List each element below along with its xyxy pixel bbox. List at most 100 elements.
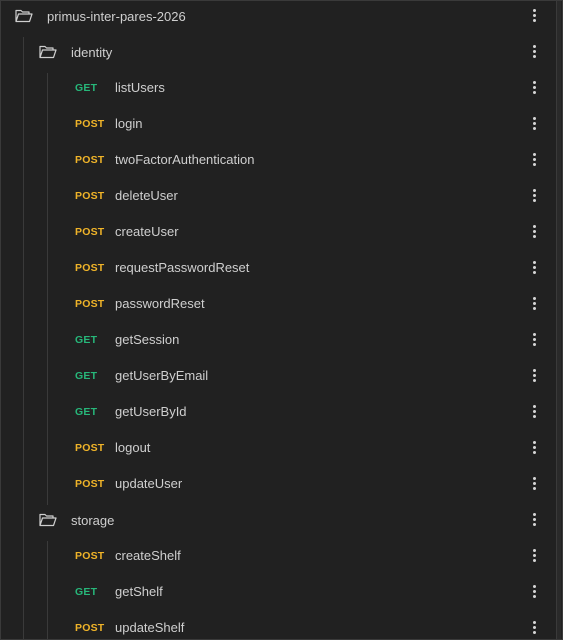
request-item[interactable]: POST createUser [1,214,554,250]
request-item[interactable]: POST twoFactorAuthentication [1,142,554,178]
request-item[interactable]: POST passwordReset [1,286,554,322]
kebab-dot [533,549,536,552]
kebab-dot [533,122,536,125]
request-more-options-icon[interactable] [529,440,541,456]
request-item[interactable]: POST deleteUser [1,178,554,214]
request-item[interactable]: GET listUsers [1,70,554,106]
request-more-options-icon[interactable] [529,584,541,600]
request-more-options-icon[interactable] [529,224,541,240]
folder-open-icon [15,9,33,23]
folder-identity-more-options-icon[interactable] [529,44,541,60]
http-method-badge: POST [75,550,105,562]
collection-tree-panel: primus-inter-pares-2026 identity GET listUs… [0,0,563,640]
request-name: updateShelf [115,620,185,635]
request-more-options-icon[interactable] [529,188,541,204]
http-method-badge: POST [75,262,105,274]
vertical-scrollbar[interactable] [556,1,561,639]
kebab-dot [533,307,536,310]
kebab-dot [533,451,536,454]
kebab-dot [533,333,536,336]
request-name: requestPasswordReset [115,260,250,275]
kebab-dot [533,585,536,588]
folder-storage-more-options-icon[interactable] [529,512,541,528]
kebab-dot [533,14,536,17]
kebab-dot [533,261,536,264]
kebab-dot [533,127,536,130]
kebab-dot [533,631,536,634]
kebab-dot [533,369,536,372]
request-item[interactable]: GET getUserByEmail [1,358,554,394]
kebab-dot [533,621,536,624]
kebab-dot [533,487,536,490]
kebab-dot [533,477,536,480]
request-item[interactable]: POST requestPasswordReset [1,250,554,286]
request-more-options-icon[interactable] [529,620,541,636]
request-more-options-icon[interactable] [529,296,541,312]
request-more-options-icon[interactable] [529,260,541,276]
kebab-dot [533,19,536,22]
http-method-badge: POST [75,226,105,238]
request-item[interactable]: POST updateUser [1,466,554,502]
request-item[interactable]: POST updateShelf [1,610,554,639]
request-item[interactable]: POST createShelf [1,538,554,574]
kebab-dot [533,266,536,269]
request-name: getUserByEmail [115,368,209,383]
collection-root[interactable]: primus-inter-pares-2026 [1,1,554,34]
request-name: updateUser [115,476,183,491]
kebab-dot [533,297,536,300]
kebab-dot [533,117,536,120]
http-method-badge: POST [75,622,105,634]
request-more-options-icon[interactable] [529,404,541,420]
kebab-dot [533,446,536,449]
collection-root-more-options-icon[interactable] [529,8,541,24]
kebab-dot [533,86,536,89]
request-item[interactable]: POST login [1,106,554,142]
request-name: createUser [115,224,179,239]
request-more-options-icon[interactable] [529,116,541,132]
request-more-options-icon[interactable] [529,80,541,96]
kebab-dot [533,595,536,598]
request-item[interactable]: GET getUserById [1,394,554,430]
http-method-badge: GET [75,370,98,382]
request-more-options-icon[interactable] [529,368,541,384]
kebab-dot [533,163,536,166]
kebab-dot [533,441,536,444]
request-name: listUsers [115,80,165,95]
kebab-dot [533,343,536,346]
http-method-badge: POST [75,190,105,202]
kebab-dot [533,55,536,58]
kebab-dot [533,45,536,48]
request-name: getShelf [115,584,163,599]
request-more-options-icon[interactable] [529,476,541,492]
request-item[interactable]: GET getShelf [1,574,554,610]
request-name: getUserById [115,404,187,419]
http-method-badge: POST [75,118,105,130]
request-name: twoFactorAuthentication [115,152,255,167]
kebab-dot [533,482,536,485]
request-item[interactable]: GET getSession [1,322,554,358]
kebab-dot [533,50,536,53]
kebab-dot [533,415,536,418]
kebab-dot [533,199,536,202]
http-method-badge: GET [75,406,98,418]
folder-label: primus-inter-pares-2026 [47,8,186,24]
kebab-dot [533,230,536,233]
folder-identity[interactable]: identity [1,34,554,70]
kebab-dot [533,554,536,557]
http-method-badge: GET [75,586,98,598]
kebab-dot [533,590,536,593]
kebab-dot [533,9,536,12]
http-method-badge: POST [75,442,105,454]
folder-open-icon [39,45,57,59]
request-name: deleteUser [115,188,178,203]
kebab-dot [533,518,536,521]
http-method-badge: POST [75,478,105,490]
request-more-options-icon[interactable] [529,332,541,348]
folder-storage[interactable]: storage [1,502,554,538]
request-item[interactable]: POST logout [1,430,554,466]
request-name: passwordReset [115,296,205,311]
kebab-dot [533,194,536,197]
request-more-options-icon[interactable] [529,548,541,564]
kebab-dot [533,523,536,526]
request-more-options-icon[interactable] [529,152,541,168]
